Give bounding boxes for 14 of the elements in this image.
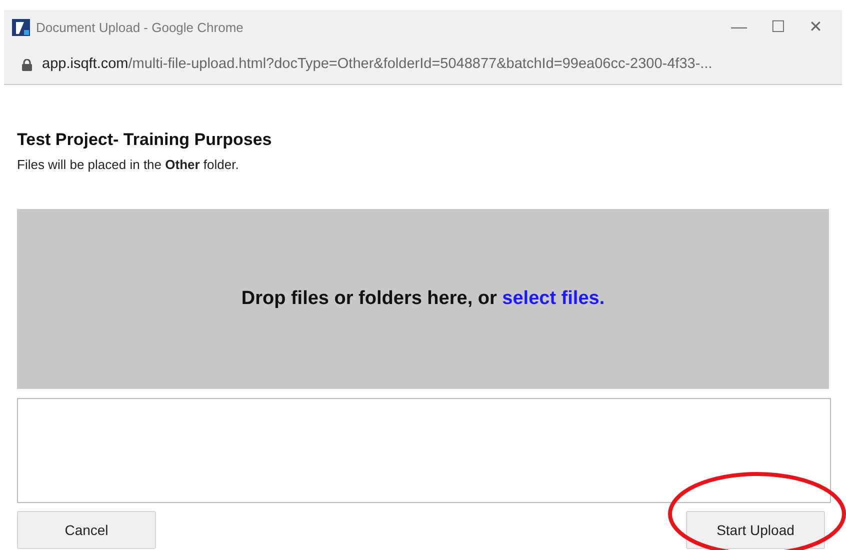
page-heading: Test Project- Training Purposes (17, 129, 273, 151)
drop-zone[interactable]: Drop files or folders here, or select files. (17, 209, 829, 389)
url-text[interactable]: app.isqft.com/multi-file-upload.html?docType=Other&folderId=5048877&batchId=99ea06cc-2300-4f33-... (42, 54, 712, 76)
select-files-link[interactable]: select files. (502, 288, 605, 309)
minimize-button[interactable]: — (731, 16, 747, 40)
folder-note: Files will be placed in the Other folder. (17, 156, 240, 174)
drop-instructions: Drop files or folders here, or select files. (241, 286, 605, 311)
maximize-button[interactable]: ☐ (771, 16, 785, 40)
app-logo-icon (12, 19, 30, 36)
lock-icon (22, 58, 32, 70)
start-upload-button[interactable]: Start Upload (686, 511, 825, 549)
close-button[interactable]: ✕ (809, 16, 822, 40)
window-title: Document Upload - Google Chrome (36, 18, 244, 37)
cancel-button[interactable]: Cancel (17, 511, 156, 549)
